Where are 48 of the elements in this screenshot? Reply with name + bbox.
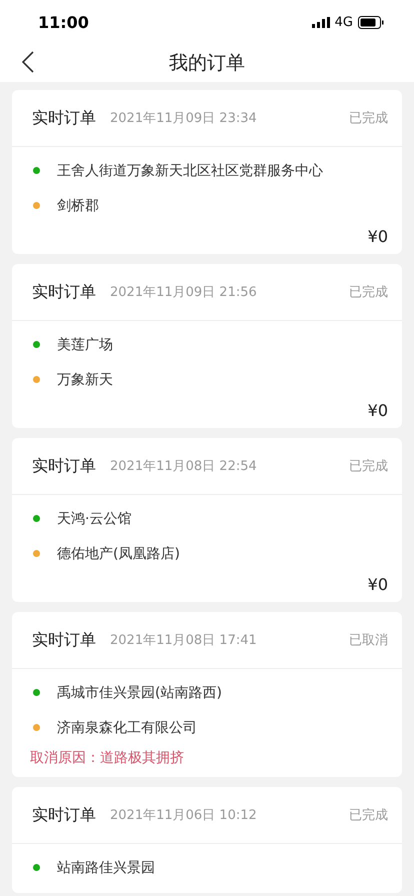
location-dot — [33, 864, 40, 871]
order-card[interactable]: 实时订单 2021年11月06日 10:12 已完成 站南路佳兴景园 — [12, 787, 402, 893]
order-type: 实时订单 — [32, 804, 96, 826]
location-name: 站南路佳兴景园 — [57, 858, 155, 876]
order-status: 已完成 — [349, 110, 388, 127]
order-price: ¥0 — [368, 575, 388, 594]
location-name: 美莲广场 — [57, 336, 113, 354]
location-dot — [33, 167, 40, 174]
location-dot — [33, 724, 40, 731]
order-card[interactable]: 实时订单 2021年11月09日 23:34 已完成 王舍人街道万象新天北区社区党群服务中心 剑桥郡 ¥0 — [12, 90, 402, 254]
order-time: 2021年11月09日 21:56 — [110, 284, 257, 301]
order-price: ¥0 — [368, 401, 388, 420]
location-name: 济南泉森化工有限公司 — [57, 718, 197, 736]
location-name: 万象新天 — [57, 370, 113, 388]
order-status: 已取消 — [349, 632, 388, 649]
order-type: 实时订单 — [32, 282, 96, 302]
order-type: 实时订单 — [32, 108, 96, 128]
order-time: 2021年11月08日 17:41 — [110, 632, 257, 649]
battery-icon — [358, 16, 384, 28]
location-dot — [33, 550, 40, 557]
cancel-reason: 取消原因：道路极其拥挤 — [30, 749, 185, 768]
order-status: 已完成 — [349, 458, 388, 475]
back-icon[interactable] — [22, 51, 34, 73]
order-price: ¥0 — [368, 227, 388, 246]
status-time: 11:00 — [38, 12, 89, 32]
order-status: 已完成 — [349, 807, 388, 824]
page-title: 我的订单 — [169, 51, 245, 76]
network-label: 4G — [334, 14, 353, 30]
location-dot — [33, 341, 40, 348]
location-name: 禹城市佳兴景园(站南路西) — [57, 684, 222, 702]
order-card[interactable]: 实时订单 2021年11月09日 21:56 已完成 美莲广场 万象新天 ¥0 — [12, 264, 402, 428]
location-dot — [33, 689, 40, 696]
location-dot — [33, 202, 40, 209]
order-type: 实时订单 — [32, 630, 96, 650]
location-name: 王舍人街道万象新天北区社区党群服务中心 — [57, 162, 323, 180]
order-type: 实时订单 — [32, 456, 96, 476]
location-dot — [33, 515, 40, 522]
order-time: 2021年11月09日 23:34 — [110, 110, 257, 127]
order-status: 已完成 — [349, 284, 388, 301]
location-dot — [33, 376, 40, 383]
order-card[interactable]: 实时订单 2021年11月08日 17:41 已取消 禹城市佳兴景园(站南路西) 济南泉森化工有限公司 取消原因：道路极其拥挤 — [12, 612, 402, 777]
signal-icon — [312, 16, 330, 28]
order-card[interactable]: 实时订单 2021年11月08日 22:54 已完成 天鸿·云公馆 德佑地产(凤凰路店) ¥0 — [12, 438, 402, 602]
location-name: 天鸿·云公馆 — [57, 510, 132, 528]
order-time: 2021年11月06日 10:12 — [110, 807, 257, 824]
location-name: 剑桥郡 — [57, 196, 99, 214]
order-time: 2021年11月08日 22:54 — [110, 458, 257, 475]
location-name: 德佑地产(凤凰路店) — [57, 544, 180, 562]
